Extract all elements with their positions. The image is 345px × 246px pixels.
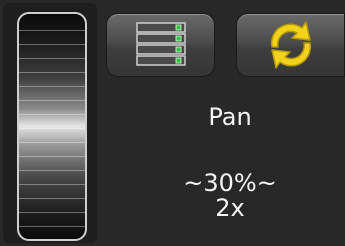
jog-wheel[interactable] [17,12,87,241]
server-rack-icon [135,22,186,66]
percent-label: ~30%~ [183,169,277,197]
refresh-arrows-icon [270,21,311,69]
control-panel: Pan ~30%~ 2x [0,0,345,246]
speed-label: 2x [215,194,245,222]
server-button[interactable] [106,13,215,77]
refresh-button[interactable] [236,13,345,77]
mode-label: Pan [208,103,252,131]
jog-wheel-frame [3,3,97,243]
